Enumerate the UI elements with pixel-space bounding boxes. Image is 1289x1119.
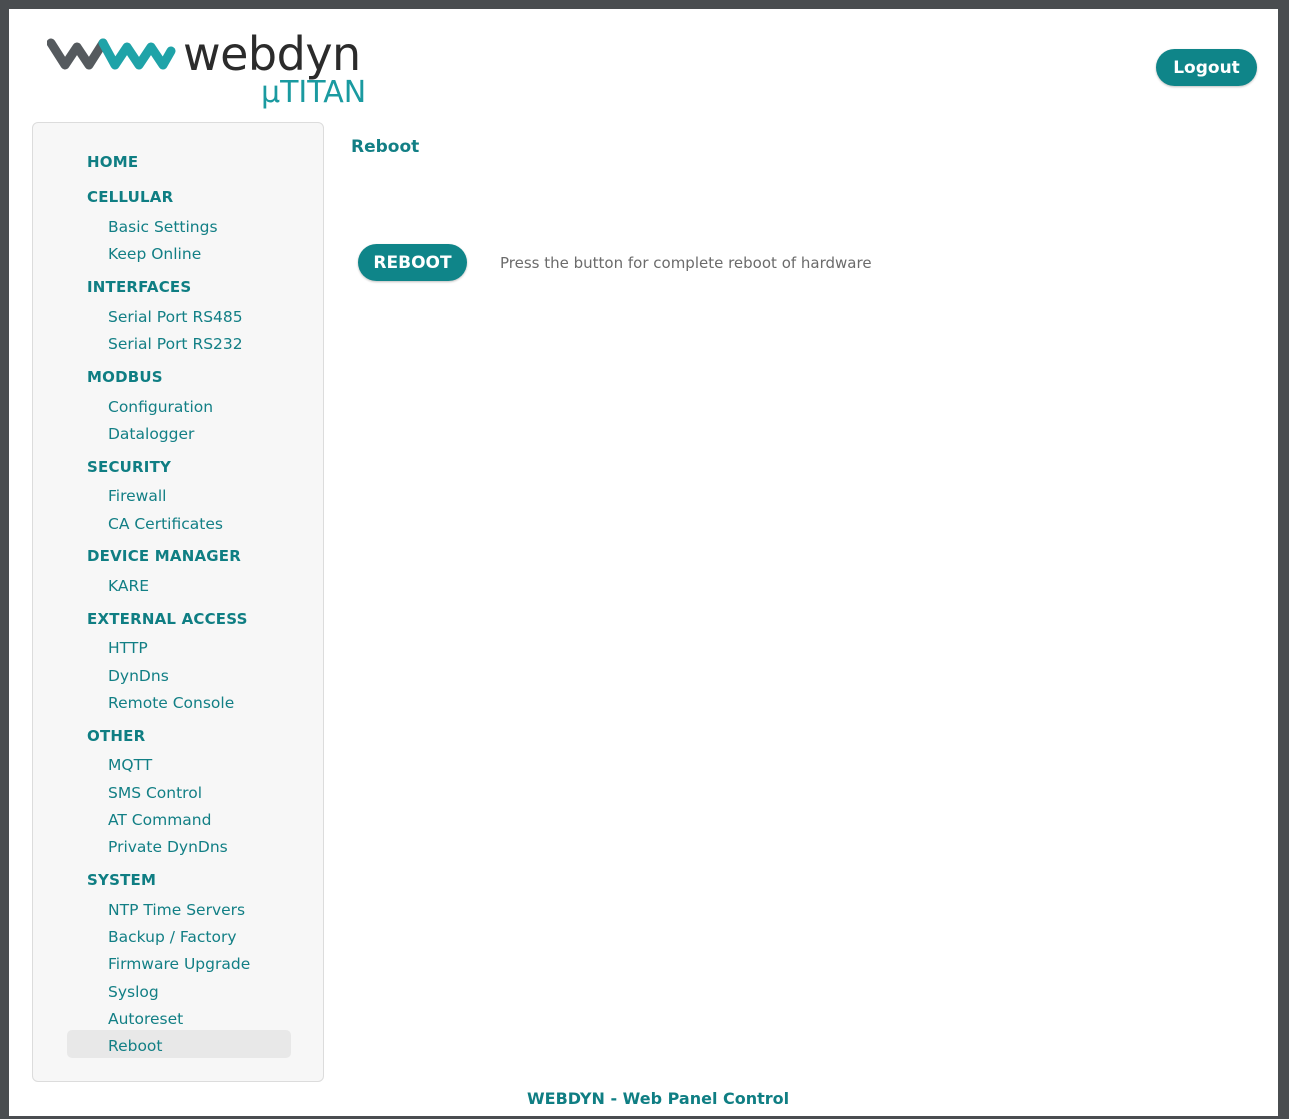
sidebar-nav: HOME CELLULAR Basic Settings Keep Online… — [32, 122, 324, 1082]
sidebar-item-dyndns[interactable]: DynDns — [108, 667, 169, 685]
sidebar-item-syslog[interactable]: Syslog — [108, 983, 159, 1001]
sidebar-section-device-manager[interactable]: DEVICE MANAGER — [87, 547, 241, 565]
sidebar-section-modbus[interactable]: MODBUS — [87, 368, 163, 386]
sidebar-item-configuration[interactable]: Configuration — [108, 398, 213, 416]
footer: WEBDYN - Web Panel Control — [527, 1089, 789, 1108]
sidebar-item-firmware-upgrade[interactable]: Firmware Upgrade — [108, 955, 250, 973]
reboot-description: Press the button for complete reboot of … — [500, 254, 872, 272]
webdyn-logo: webdyn µTITAN — [47, 27, 377, 117]
sidebar-section-system[interactable]: SYSTEM — [87, 871, 156, 889]
sidebar-item-private-dyndns[interactable]: Private DynDns — [108, 838, 228, 856]
sidebar-item-autoreset[interactable]: Autoreset — [108, 1010, 183, 1028]
sidebar-item-basic-settings[interactable]: Basic Settings — [108, 218, 218, 236]
sidebar-item-firewall[interactable]: Firewall — [108, 487, 166, 505]
logout-button[interactable]: Logout — [1156, 49, 1257, 86]
sidebar-item-ntp-time-servers[interactable]: NTP Time Servers — [108, 901, 245, 919]
page-title: Reboot — [351, 137, 420, 157]
brand-wordmark: webdyn — [183, 27, 361, 81]
webdyn-wave-icon — [47, 38, 176, 70]
sidebar-section-other[interactable]: OTHER — [87, 727, 145, 745]
sidebar-section-cellular[interactable]: CELLULAR — [87, 188, 173, 206]
footer-separator: - — [610, 1089, 618, 1108]
sidebar-item-ca-certificates[interactable]: CA Certificates — [108, 515, 223, 533]
sidebar-item-kare[interactable]: KARE — [108, 577, 149, 595]
sidebar-item-http[interactable]: HTTP — [108, 639, 148, 657]
sidebar-item-at-command[interactable]: AT Command — [108, 811, 211, 829]
sidebar-item-serial-rs232[interactable]: Serial Port RS232 — [108, 335, 243, 353]
reboot-button[interactable]: REBOOT — [358, 244, 467, 281]
footer-brand: WEBDYN — [527, 1089, 605, 1108]
active-item-highlight — [67, 1030, 291, 1058]
sidebar-section-security[interactable]: SECURITY — [87, 458, 171, 476]
sidebar-item-sms-control[interactable]: SMS Control — [108, 784, 202, 802]
sidebar-item-reboot[interactable]: Reboot — [108, 1037, 163, 1055]
sidebar-item-backup-factory[interactable]: Backup / Factory — [108, 928, 237, 946]
sidebar-item-remote-console[interactable]: Remote Console — [108, 694, 234, 712]
sidebar-item-serial-rs485[interactable]: Serial Port RS485 — [108, 308, 243, 326]
sidebar-item-datalogger[interactable]: Datalogger — [108, 425, 194, 443]
sidebar-section-interfaces[interactable]: INTERFACES — [87, 278, 191, 296]
sidebar-section-external-access[interactable]: EXTERNAL ACCESS — [87, 610, 248, 628]
sidebar-section-home[interactable]: HOME — [87, 153, 138, 171]
sidebar-item-mqtt[interactable]: MQTT — [108, 756, 152, 774]
footer-text: Web Panel Control — [622, 1089, 790, 1108]
sidebar-item-keep-online[interactable]: Keep Online — [108, 245, 201, 263]
app-window: webdyn µTITAN Logout HOME CELLULAR Basic… — [9, 9, 1278, 1116]
product-name: µTITAN — [261, 75, 367, 110]
